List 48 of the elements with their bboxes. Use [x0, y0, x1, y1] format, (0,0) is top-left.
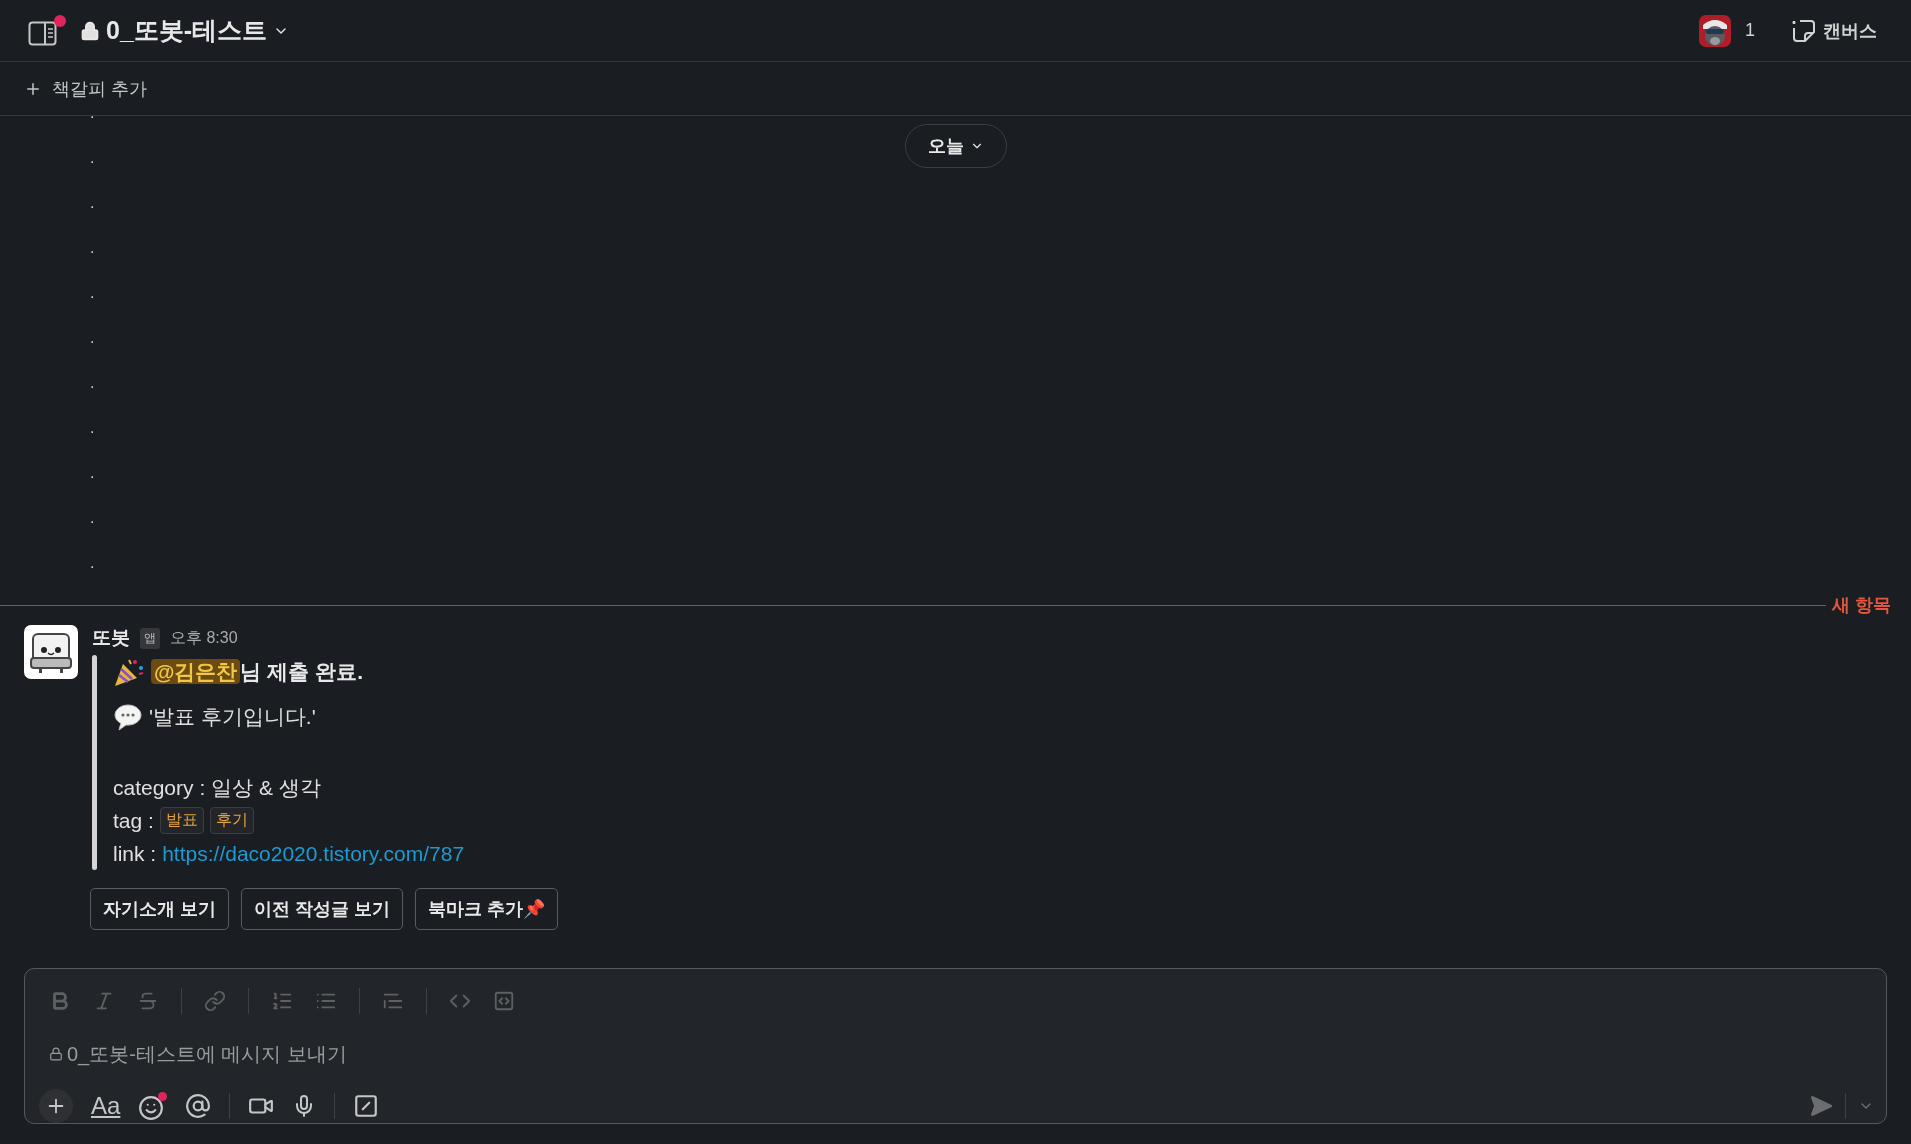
- message-time[interactable]: 오후 8:30: [170, 627, 238, 649]
- add-button[interactable]: [39, 1089, 73, 1123]
- message-text: .: [90, 194, 95, 211]
- message-text: .: [90, 329, 95, 346]
- tag-chip: 발표: [159, 807, 204, 834]
- link-icon[interactable]: [204, 990, 226, 1012]
- link-label: link :: [113, 841, 157, 866]
- message-text: .: [90, 509, 95, 526]
- send-icon[interactable]: [1809, 1094, 1833, 1118]
- sender-name[interactable]: 또봇: [92, 625, 130, 651]
- message-text: .: [90, 464, 95, 481]
- member-count[interactable]: 1: [1745, 20, 1755, 41]
- sidebar-icon[interactable]: [28, 14, 66, 47]
- add-bookmark-button[interactable]: 책갈피 추가: [0, 62, 1911, 116]
- numbered-list-icon[interactable]: [271, 990, 293, 1012]
- message-text: .: [90, 419, 95, 436]
- channel-title[interactable]: 0_또봇-테스트: [80, 14, 290, 47]
- submission-headline: @김은찬 님 제출 완료.: [151, 657, 363, 686]
- action-button[interactable]: 북마크 추가📌: [415, 888, 559, 930]
- strikethrough-icon[interactable]: [137, 990, 159, 1012]
- action-button[interactable]: 자기소개 보기: [90, 888, 229, 930]
- canvas-icon: [1791, 17, 1817, 44]
- post-link[interactable]: https://daco2020.tistory.com/787: [162, 841, 465, 866]
- slash-command-icon[interactable]: [353, 1093, 380, 1119]
- user-mention[interactable]: @김은찬: [151, 658, 241, 684]
- lock-icon: [49, 1047, 63, 1061]
- tag-label: tag :: [113, 808, 154, 833]
- formatting-button[interactable]: Aa: [91, 1092, 121, 1120]
- speech-bubble-icon: [113, 701, 143, 732]
- message-text: .: [90, 554, 95, 571]
- message-text: .: [90, 374, 95, 391]
- category-text: category : 일상 & 생각: [113, 774, 321, 801]
- code-block-icon[interactable]: [493, 990, 515, 1012]
- action-button[interactable]: 이전 작성글 보기: [241, 888, 404, 930]
- canvas-button[interactable]: 캔버스: [1785, 16, 1883, 45]
- message-text: .: [90, 284, 95, 301]
- mention-icon[interactable]: [185, 1093, 212, 1119]
- app-badge: 앱: [140, 627, 160, 649]
- emoji-icon[interactable]: [138, 1091, 168, 1121]
- date-pill[interactable]: 오늘: [904, 124, 1007, 168]
- message-text: .: [90, 239, 95, 256]
- lock-icon: [80, 20, 100, 41]
- message-text: .: [90, 149, 95, 166]
- message-input[interactable]: 0_또봇-테스트에 메시지 보내기: [25, 1019, 1886, 1089]
- tag-chip: 후기: [209, 807, 254, 834]
- quote-text: '발표 후기입니다.': [149, 703, 316, 730]
- new-messages-label: 새 항목: [1832, 594, 1892, 617]
- bot-avatar[interactable]: [24, 625, 78, 679]
